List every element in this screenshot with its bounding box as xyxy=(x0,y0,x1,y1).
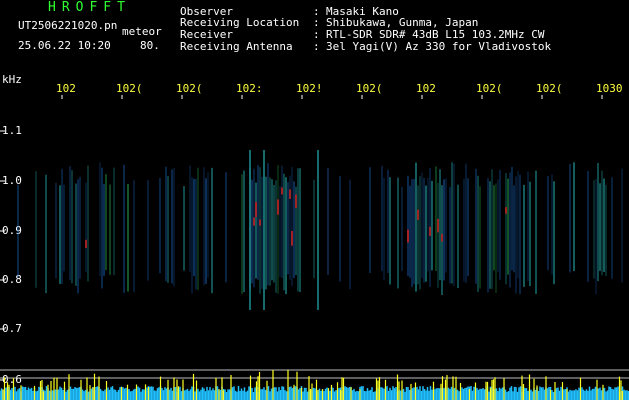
meteor-label: meteor xyxy=(122,25,162,38)
signal-level-bars xyxy=(0,370,629,400)
x-tick-label: 1030 xyxy=(596,82,623,95)
spectrogram-plot xyxy=(0,95,629,400)
x-tick-label: 102( xyxy=(536,82,563,95)
x-tick-label: 102( xyxy=(176,82,203,95)
y-axis-unit: kHz xyxy=(2,73,22,86)
app-title: HROFFT xyxy=(48,0,131,15)
meteor-count: 80. xyxy=(140,39,160,52)
spectrogram-traces xyxy=(17,150,623,310)
x-tick-label: 102( xyxy=(476,82,503,95)
x-tick-label: 102! xyxy=(296,82,323,95)
file-name: UT2506221020.pn xyxy=(18,19,118,32)
date-time: 25.06.22 10:20 xyxy=(18,39,111,52)
info-antenna-value: 3el Yagi(V) Az 330 for Vladivostok xyxy=(326,40,552,53)
x-tick-label: 102( xyxy=(356,82,383,95)
info-antenna-label: Receiving Antenna xyxy=(180,40,293,53)
x-tick-label: 102: xyxy=(236,82,263,95)
x-tick-label: 102( xyxy=(116,82,143,95)
x-tick-label: 102 xyxy=(56,82,76,95)
x-tick-label: 102 xyxy=(416,82,436,95)
info-colon: : xyxy=(313,40,320,53)
